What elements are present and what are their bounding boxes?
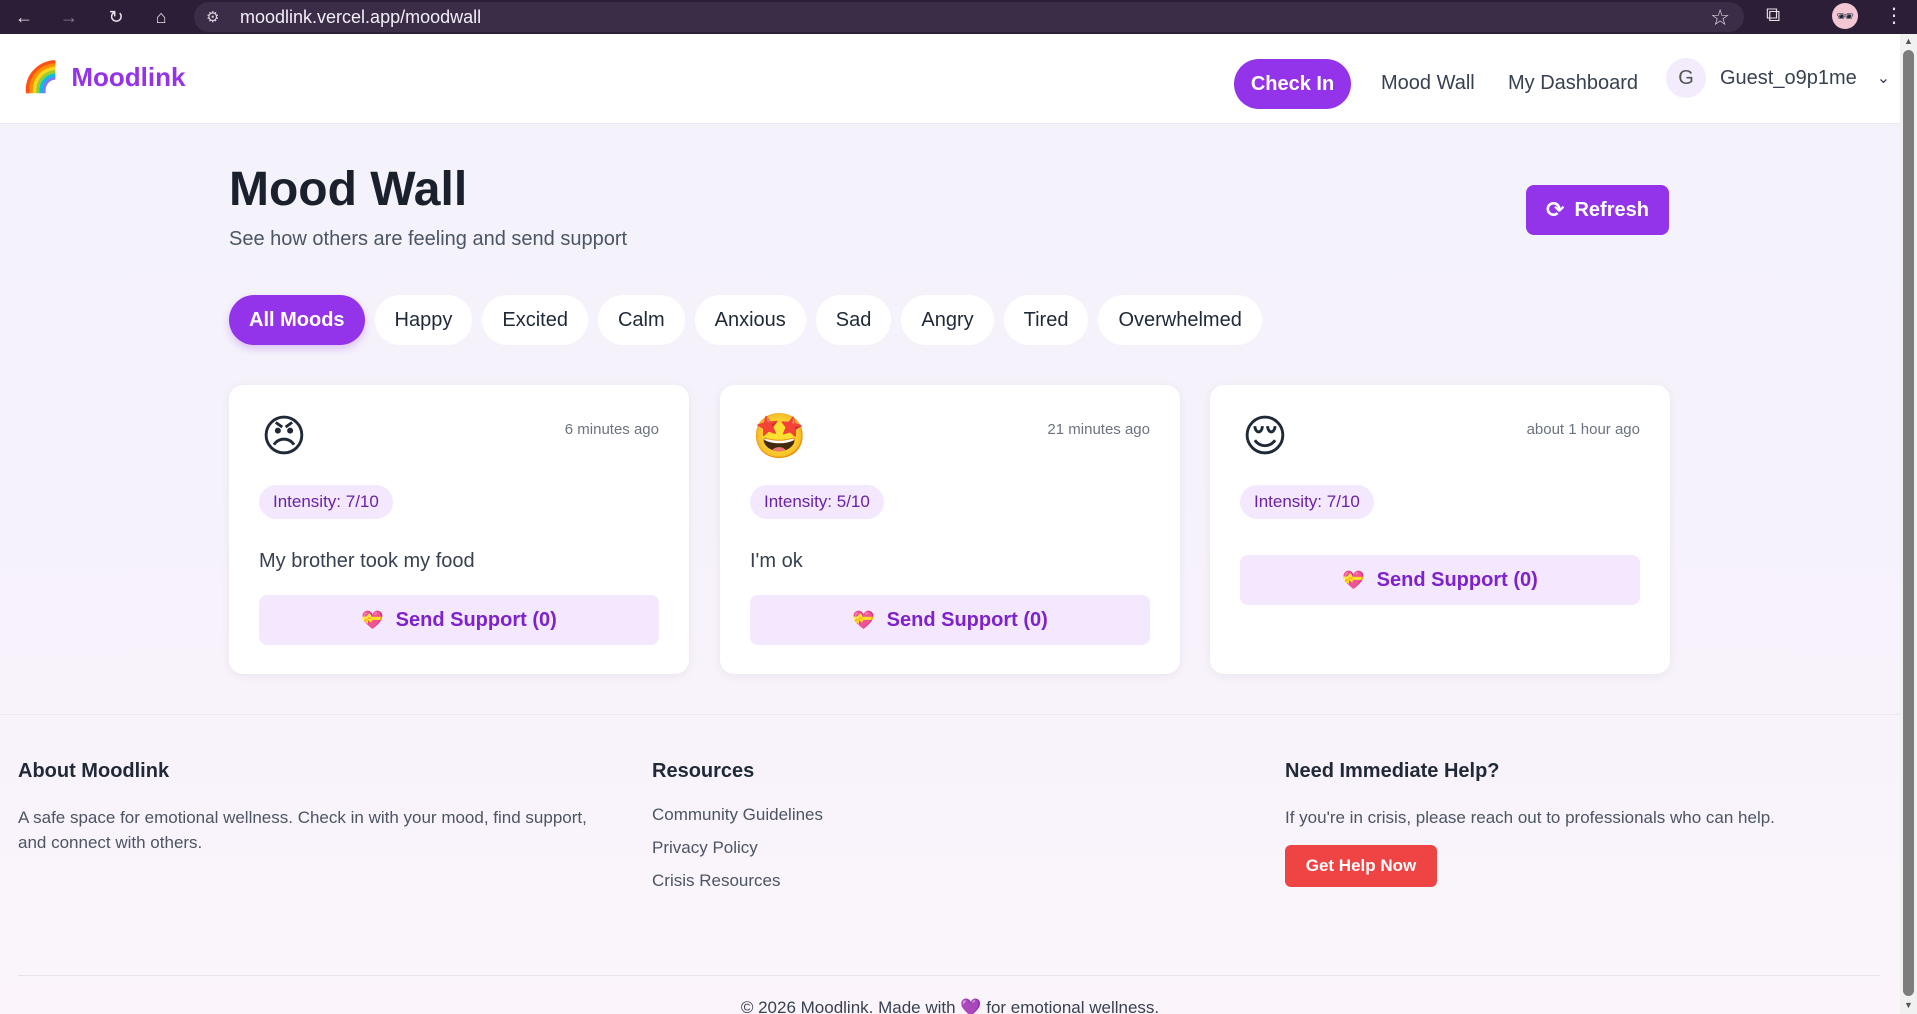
footer-help: Need Immediate Help? If you're in crisis… xyxy=(1285,760,1885,887)
page-scrollbar[interactable]: ▲ ▼ xyxy=(1900,34,1917,1014)
filter-sad[interactable]: Sad xyxy=(815,295,892,345)
scrollbar-thumb[interactable] xyxy=(1903,50,1914,996)
mood-card: 😠 6 minutes ago Intensity: 7/10 My broth… xyxy=(229,385,689,674)
site-footer: About Moodlink A safe space for emotiona… xyxy=(0,714,1900,1014)
brand[interactable]: 🌈 Moodlink xyxy=(22,62,185,93)
page: 🌈 Moodlink Check In Mood Wall My Dashboa… xyxy=(0,34,1900,1014)
username: Guest_o9p1me xyxy=(1720,66,1857,89)
footer-about-title: About Moodlink xyxy=(18,760,170,782)
user-menu[interactable]: G Guest_o9p1me ⌄ xyxy=(1666,58,1890,98)
filter-excited[interactable]: Excited xyxy=(482,295,588,345)
scroll-up-icon[interactable]: ▲ xyxy=(1903,36,1914,48)
filter-calm[interactable]: Calm xyxy=(597,295,685,345)
chevron-down-icon: ⌄ xyxy=(1876,70,1891,87)
reload-icon[interactable]: ↻ xyxy=(105,6,127,28)
refresh-button[interactable]: ⟳ Refresh xyxy=(1526,185,1669,235)
home-icon[interactable]: ⌂ xyxy=(150,6,172,28)
send-support-button[interactable]: 💝 Send Support (0) xyxy=(1240,555,1640,605)
forward-icon[interactable]: → xyxy=(58,6,80,28)
footer-divider xyxy=(18,975,1880,976)
mood-filter-bar: All Moods Happy Excited Calm Anxious Sad… xyxy=(229,295,1262,345)
card-timestamp: about 1 hour ago xyxy=(1526,421,1640,438)
copyright-text-end: for emotional wellness. xyxy=(986,998,1160,1014)
bookmark-star-icon[interactable]: ☆ xyxy=(1710,5,1730,31)
community-guidelines-link[interactable]: Community Guidelines xyxy=(652,805,1052,825)
heart-ribbon-icon: 💝 xyxy=(1342,569,1365,590)
heart-ribbon-icon: 💝 xyxy=(852,609,875,630)
footer-about-text: A safe space for emotional wellness. Che… xyxy=(18,808,587,852)
mood-card: 😌 about 1 hour ago Intensity: 7/10 💝 Sen… xyxy=(1210,385,1670,674)
card-timestamp: 6 minutes ago xyxy=(564,421,659,438)
filter-overwhelmed[interactable]: Overwhelmed xyxy=(1098,295,1262,345)
footer-about: About Moodlink A safe space for emotiona… xyxy=(18,760,608,855)
footer-resources-title: Resources xyxy=(652,760,755,782)
user-avatar: G xyxy=(1666,58,1706,98)
send-support-label: Send Support (0) xyxy=(886,608,1048,631)
crisis-resources-link[interactable]: Crisis Resources xyxy=(652,871,1052,891)
site-info-icon[interactable]: ⚙ xyxy=(206,8,226,26)
rainbow-logo-icon: 🌈 xyxy=(22,60,60,94)
filter-all-moods[interactable]: All Moods xyxy=(229,295,365,345)
get-help-button[interactable]: Get Help Now xyxy=(1285,845,1437,887)
filter-anxious[interactable]: Anxious xyxy=(694,295,806,345)
intensity-badge: Intensity: 7/10 xyxy=(259,485,393,519)
intensity-badge: Intensity: 5/10 xyxy=(750,485,884,519)
address-bar[interactable]: ⚙ moodlink.vercel.app/moodwall ☆ xyxy=(194,2,1744,32)
card-message: I'm ok xyxy=(750,550,803,572)
relieved-face-icon: 😌 xyxy=(1242,412,1288,461)
filter-angry[interactable]: Angry xyxy=(901,295,994,345)
angry-face-icon: 😠 xyxy=(261,412,307,461)
card-message: My brother took my food xyxy=(259,550,475,572)
browser-menu-icon[interactable]: ⋮ xyxy=(1884,3,1904,28)
page-title: Mood Wall xyxy=(229,163,468,216)
site-header: 🌈 Moodlink Check In Mood Wall My Dashboa… xyxy=(0,34,1900,124)
back-icon[interactable]: ← xyxy=(13,6,35,28)
star-struck-face-icon: 🤩 xyxy=(752,412,807,461)
page-subtitle: See how others are feeling and send supp… xyxy=(229,228,628,250)
purple-heart-icon: 💜 xyxy=(960,998,982,1014)
intensity-badge: Intensity: 7/10 xyxy=(1240,485,1374,519)
refresh-label: Refresh xyxy=(1574,198,1649,221)
nav-mood-wall[interactable]: Mood Wall xyxy=(1381,72,1475,95)
filter-tired[interactable]: Tired xyxy=(1003,295,1089,345)
profile-avatar[interactable]: 🕶 xyxy=(1832,3,1858,29)
send-support-label: Send Support (0) xyxy=(395,608,557,631)
scroll-down-icon[interactable]: ▼ xyxy=(1903,1000,1914,1012)
footer-help-title: Need Immediate Help? xyxy=(1285,760,1500,782)
url-text: moodlink.vercel.app/moodwall xyxy=(240,6,482,27)
send-support-button[interactable]: 💝 Send Support (0) xyxy=(750,595,1150,645)
send-support-label: Send Support (0) xyxy=(1376,568,1538,591)
nav-my-dashboard[interactable]: My Dashboard xyxy=(1508,72,1638,95)
privacy-policy-link[interactable]: Privacy Policy xyxy=(652,838,1052,858)
browser-toolbar: ← → ↻ ⌂ ⚙ moodlink.vercel.app/moodwall ☆… xyxy=(0,0,1917,34)
brand-name: Moodlink xyxy=(71,62,186,92)
filter-happy[interactable]: Happy xyxy=(374,295,473,345)
copyright: © 2026 Moodlink. Made with 💜 for emotion… xyxy=(0,998,1900,1014)
refresh-icon: ⟳ xyxy=(1546,197,1565,222)
extensions-icon[interactable]: ⧉ xyxy=(1766,4,1780,27)
copyright-text-start: © 2026 Moodlink. Made with xyxy=(740,998,956,1014)
send-support-button[interactable]: 💝 Send Support (0) xyxy=(259,595,659,645)
footer-help-text: If you're in crisis, please reach out to… xyxy=(1285,808,1775,827)
check-in-button[interactable]: Check In xyxy=(1234,59,1351,109)
heart-ribbon-icon: 💝 xyxy=(361,609,384,630)
mood-card: 🤩 21 minutes ago Intensity: 5/10 I'm ok … xyxy=(720,385,1180,674)
card-timestamp: 21 minutes ago xyxy=(1047,421,1150,438)
footer-resources: Resources Community Guidelines Privacy P… xyxy=(652,760,1052,904)
